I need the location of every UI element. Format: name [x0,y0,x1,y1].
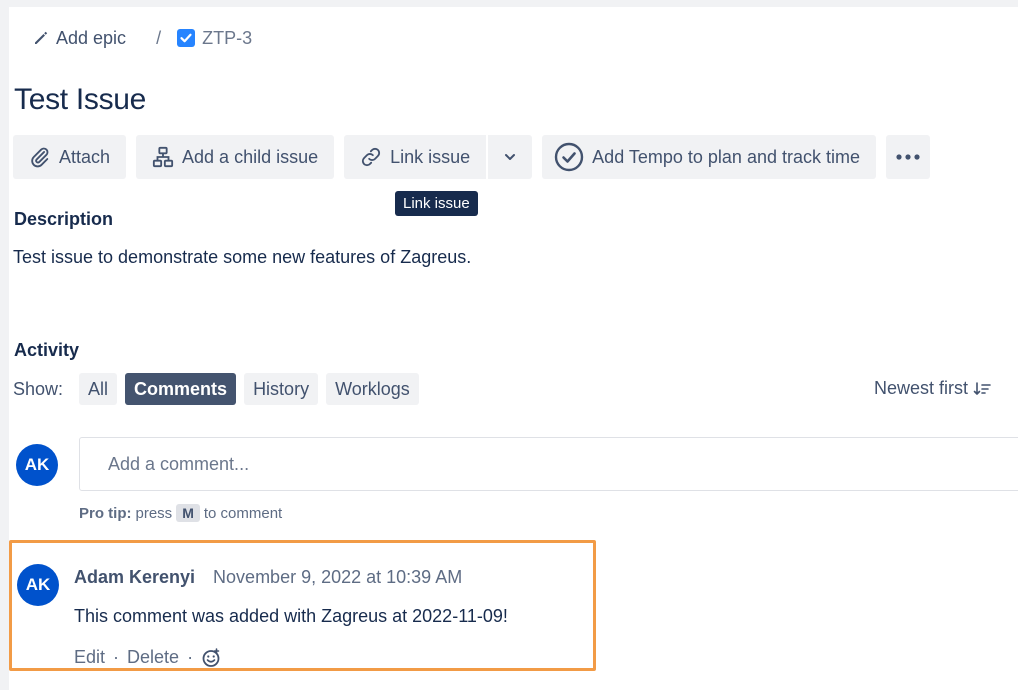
show-label: Show: [13,378,64,399]
add-tempo-button[interactable]: Add Tempo to plan and track time [542,135,876,179]
comment-body: This comment was added with Zagreus at 2… [74,606,508,626]
link-issue-label: Link issue [390,146,471,167]
add-child-label: Add a child issue [182,146,319,167]
issue-key-link[interactable]: ZTP-3 [177,28,252,49]
check-circle-icon [554,142,584,172]
attach-button[interactable]: Attach [13,135,127,179]
avatar[interactable]: AK [16,444,58,486]
pro-tip-label: Pro tip: [79,504,132,522]
page-title[interactable]: Test Issue [14,83,146,117]
sort-label: Newest first [874,378,969,398]
comment-header: Adam Kerenyi November 9, 2022 at 10:39 A… [74,567,462,588]
delete-comment-link[interactable]: Delete [127,647,179,668]
add-epic-label: Add epic [56,27,127,48]
link-issue-dropdown-button[interactable] [488,135,532,179]
action-separator: · [113,647,120,667]
comment-timestamp[interactable]: November 9, 2022 at 10:39 AM [213,567,462,588]
breadcrumb-separator: / [156,27,162,48]
pencil-icon [35,31,48,44]
description-heading: Description [14,209,114,229]
breadcrumb: Add epic / ZTP-3 [9,7,1018,69]
comment-avatar[interactable]: AK [17,564,59,606]
pro-tip-press: press [135,504,173,522]
link-issue-split-button: Link issue [344,135,533,179]
issue-toolbar: Attach Add a child issue Link issue Add … [13,135,930,179]
pro-tip-suffix: to comment [203,504,283,522]
smiley-icon[interactable] [201,647,221,668]
filter-history[interactable]: History [244,373,319,405]
edit-comment-link[interactable]: Edit [74,647,105,668]
shortcut-key: M [176,504,200,522]
add-epic-link[interactable]: Add epic [33,28,126,49]
attach-label: Attach [59,146,111,167]
activity-heading: Activity [14,340,80,360]
pro-tip: Pro tip: press M to comment [79,504,282,522]
activity-filter: Show: All Comments History Worklogs [13,373,419,405]
filter-comments[interactable]: Comments [125,373,237,405]
more-actions-button[interactable] [886,135,930,179]
comment-input[interactable]: Add a comment... [79,437,1018,491]
link-issue-button[interactable]: Link issue [344,135,486,179]
hierarchy-icon [152,146,174,168]
issue-key: ZTP-3 [202,27,253,48]
action-separator: · [187,647,194,667]
add-tempo-label: Add Tempo to plan and track time [592,146,860,167]
comment-author[interactable]: Adam Kerenyi [74,567,195,588]
link-issue-tooltip: Link issue [395,191,478,216]
more-icon [896,154,920,160]
paperclip-icon [31,147,49,168]
sort-icon [973,381,991,395]
sort-toggle[interactable]: Newest first [874,378,991,399]
description-text[interactable]: Test issue to demonstrate some new featu… [13,247,471,268]
filter-worklogs[interactable]: Worklogs [326,373,419,405]
chevron-down-icon [505,154,516,160]
filter-all[interactable]: All [79,373,118,405]
add-child-issue-button[interactable]: Add a child issue [136,135,335,179]
issue-page: Add epic / ZTP-3 Test Issue Attach Add a… [9,7,1018,690]
comment-item: AK Adam Kerenyi November 9, 2022 at 10:3… [9,540,596,671]
link-icon [362,147,381,167]
checkbox-icon [177,29,196,47]
comment-actions: Edit · Delete · [74,647,221,668]
